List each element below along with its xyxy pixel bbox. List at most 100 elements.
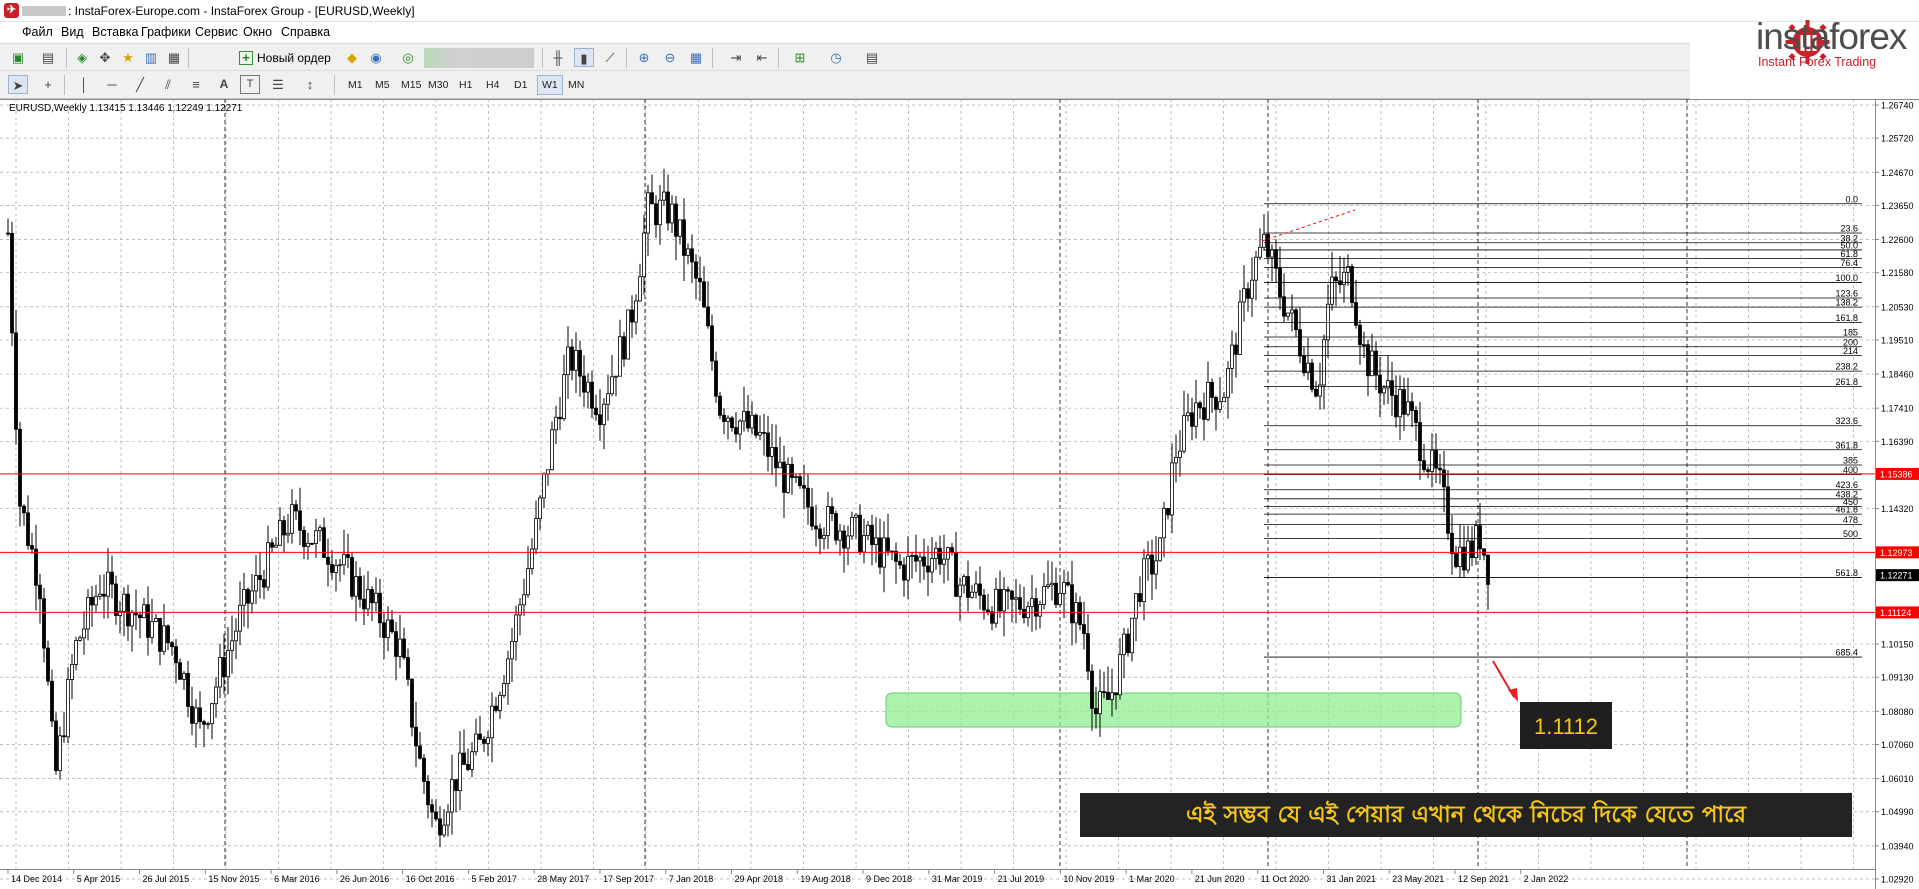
candle-body: [1150, 554, 1154, 575]
fib-level-label: 185: [1843, 328, 1858, 338]
fib-level-label: 100.0: [1835, 273, 1858, 283]
candle-body: [82, 628, 86, 639]
tf-w1[interactable]: W1: [537, 75, 563, 95]
candle-body: [1042, 586, 1046, 605]
terminal-icon[interactable]: ▥: [141, 48, 161, 67]
indicators-icon[interactable]: ⊞: [790, 48, 810, 67]
candle-body: [962, 576, 966, 586]
auto-scroll-icon[interactable]: ⇥: [726, 48, 746, 67]
profiles-icon[interactable]: ▤: [38, 48, 58, 67]
new-chart-icon[interactable]: ▣: [8, 48, 28, 67]
horizontal-line-icon[interactable]: ─: [102, 75, 122, 94]
candle-body: [638, 276, 642, 302]
tile-windows-icon[interactable]: ▦: [686, 48, 706, 67]
candle-body: [846, 535, 850, 549]
candle-body: [770, 447, 774, 457]
templates-icon[interactable]: ▤: [862, 48, 882, 67]
bar-chart-icon[interactable]: ╫: [548, 48, 568, 67]
data-window-icon[interactable]: ✥: [95, 48, 115, 67]
tf-m1[interactable]: M1: [344, 75, 367, 95]
new-order-button[interactable]: + Новый ордер: [235, 48, 336, 68]
navigator-icon[interactable]: ★: [118, 48, 138, 67]
candle-body: [606, 393, 610, 405]
candle-body: [702, 281, 706, 308]
candlestick-icon[interactable]: ▮: [574, 48, 594, 67]
candle-body: [254, 575, 258, 592]
candle-body: [58, 735, 62, 771]
candle-body: [582, 375, 586, 393]
arrows-icon[interactable]: ↕: [300, 75, 320, 94]
candle-body: [978, 583, 982, 596]
autotrading-icon[interactable]: ◉: [366, 48, 386, 67]
fib-level-label: 76.4: [1840, 258, 1858, 268]
line-chart-icon[interactable]: ⟋: [600, 48, 620, 67]
candle-body: [1434, 449, 1438, 469]
candle-body: [74, 639, 78, 665]
candle-body: [1446, 486, 1450, 534]
zoom-in-icon[interactable]: ⊕: [634, 48, 654, 67]
tf-mn[interactable]: MN: [564, 75, 588, 95]
candle-body: [1402, 389, 1406, 415]
candle-body: [1438, 467, 1442, 471]
candle-body: [194, 707, 198, 724]
new-order-label: Новый ордер: [257, 51, 331, 65]
target-price-label: 1.1112: [1534, 714, 1598, 739]
candle-body: [98, 593, 102, 597]
candle-body: [454, 779, 458, 791]
candle-body: [1294, 309, 1298, 331]
line-studies-toolbar: ➤ + │ ─ ╱ ⫽ ≡ A T ☰ ↕ M1 M5 M15 M30 H1 H…: [0, 71, 1690, 99]
candle-body: [422, 757, 426, 782]
date-label: 5 Feb 2017: [471, 874, 517, 884]
trendline-icon[interactable]: ╱: [130, 75, 150, 94]
candle-body: [1222, 397, 1226, 403]
candle-body: [6, 232, 10, 235]
candle-body: [174, 646, 178, 664]
tf-h4[interactable]: H4: [482, 75, 503, 95]
tf-h1[interactable]: H1: [455, 75, 476, 95]
candle-body: [1290, 309, 1294, 314]
market-watch-icon[interactable]: ◈: [72, 48, 92, 67]
menu-view[interactable]: Вид: [61, 25, 84, 39]
tf-m30[interactable]: M30: [424, 75, 452, 95]
menu-window[interactable]: Окно: [243, 25, 272, 39]
candle-body: [870, 524, 874, 545]
metaeditor-icon[interactable]: ◆: [342, 48, 362, 67]
tf-m5[interactable]: M5: [371, 75, 394, 95]
candle-body: [626, 309, 630, 360]
candle-body: [718, 395, 722, 416]
chart-window[interactable]: 0.0 23.6 38.2 50.0 61.8 76.4 100.0 123.6 138.2 16…: [0, 99, 1919, 889]
candle-body: [390, 619, 394, 633]
candle-body: [1358, 324, 1362, 346]
strategy-tester-icon[interactable]: ▦: [164, 48, 184, 67]
date-label: 9 Dec 2018: [866, 874, 912, 884]
tf-d1[interactable]: D1: [510, 75, 531, 95]
fibonacci-icon[interactable]: ≡: [186, 75, 206, 94]
candle-body: [850, 516, 854, 537]
menu-tools[interactable]: Сервис: [195, 25, 238, 39]
candle-body: [314, 530, 318, 544]
menu-file[interactable]: Файл: [22, 25, 53, 39]
candle-body: [262, 579, 266, 588]
chart-shift-icon[interactable]: ⇤: [752, 48, 772, 67]
candle-body: [1334, 276, 1338, 282]
candle-body: [1182, 415, 1186, 452]
candle-body: [1470, 540, 1474, 558]
menu-insert[interactable]: Вставка: [92, 25, 138, 39]
cursor-icon[interactable]: ➤: [8, 75, 28, 94]
crosshair-icon[interactable]: +: [38, 75, 58, 94]
menu-help[interactable]: Справка: [281, 25, 330, 39]
gann-icon[interactable]: ☰: [268, 75, 288, 94]
text-label-icon[interactable]: T: [240, 75, 260, 94]
signals-icon[interactable]: ◎: [398, 48, 418, 67]
price-label: 1.08080: [1881, 707, 1914, 717]
menu-charts[interactable]: Графики: [141, 25, 191, 39]
tf-m15[interactable]: M15: [397, 75, 425, 95]
periods-icon[interactable]: ◷: [826, 48, 846, 67]
candle-body: [602, 403, 606, 425]
text-icon[interactable]: A: [214, 75, 234, 94]
zoom-out-icon[interactable]: ⊖: [660, 48, 680, 67]
candle-body: [1418, 422, 1422, 462]
channel-icon[interactable]: ⫽: [158, 75, 178, 94]
price-chart[interactable]: 0.023.638.250.061.876.4100.0123.6138.216…: [0, 99, 1919, 889]
vertical-line-icon[interactable]: │: [74, 75, 94, 94]
